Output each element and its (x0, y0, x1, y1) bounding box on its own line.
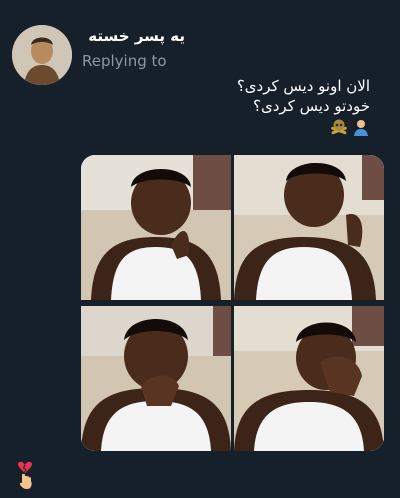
skull-crossbones-icon (330, 118, 348, 136)
pointing-man-icon (352, 118, 370, 136)
broken-heart-hand-icon (14, 461, 36, 491)
emoji-row (70, 118, 370, 136)
media-grid[interactable] (81, 155, 384, 451)
replying-label: Replying to (82, 52, 167, 70)
looking-away-boy-panel[interactable] (234, 155, 384, 300)
tweet-text: الان اونو دیس کردی؟ خودتو دیس کردی؟ (70, 76, 370, 136)
facepalm-boy-panel[interactable] (234, 306, 384, 451)
display-name[interactable]: یه پسر خسته (88, 27, 185, 45)
thinking-boy-panel[interactable] (81, 155, 231, 300)
tweet-text-line-2: خودتو دیس کردی؟ (253, 97, 370, 115)
replying-to: Replying to (82, 52, 167, 70)
avatar[interactable] (12, 25, 72, 85)
crying-boy-panel[interactable] (81, 306, 231, 451)
tweet-text-line-1: الان اونو دیس کردی؟ (236, 77, 370, 95)
